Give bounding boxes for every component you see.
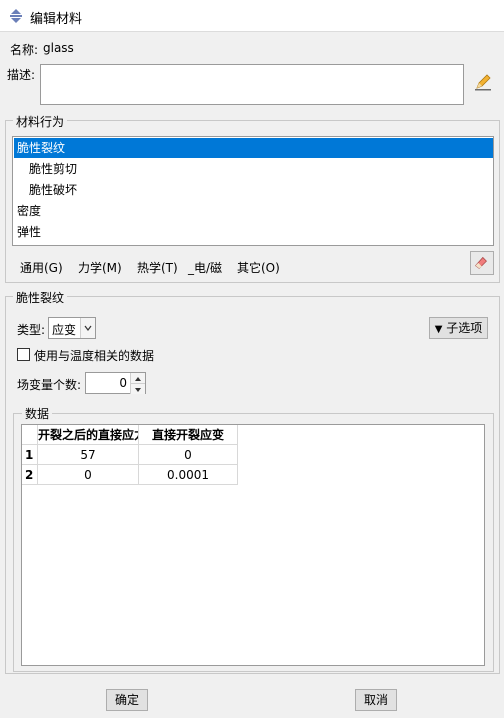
- brittle-cracking-title: 脆性裂纹: [13, 289, 68, 306]
- app-icon: [10, 9, 22, 23]
- material-behavior-list[interactable]: 脆性裂纹 脆性剪切 脆性破坏 密度 弹性: [12, 136, 494, 246]
- title-bar: 编辑材料: [0, 0, 504, 32]
- table-cell[interactable]: 57: [38, 445, 139, 465]
- list-item-brittle-failure[interactable]: 脆性破坏: [14, 180, 504, 200]
- field-vars-stepper[interactable]: 0: [85, 372, 146, 394]
- ok-button[interactable]: 确定: [106, 689, 148, 711]
- menu-other[interactable]: 其它(O): [237, 259, 280, 276]
- material-behavior-title: 材料行为: [13, 113, 68, 130]
- column-header-strain[interactable]: 直接开裂应变: [139, 425, 238, 445]
- description-field[interactable]: [40, 64, 464, 105]
- description-label: 描述:: [7, 68, 36, 82]
- name-label: 名称:: [10, 43, 39, 57]
- row-header: 1: [22, 445, 38, 465]
- type-select[interactable]: 应变: [48, 317, 96, 339]
- temperature-dependent-label: 使用与温度相关的数据: [34, 349, 155, 363]
- pencil-icon[interactable]: [472, 71, 494, 93]
- spin-up-icon[interactable]: [130, 373, 145, 383]
- list-item-density[interactable]: 密度: [14, 201, 493, 221]
- name-value: glass: [43, 41, 74, 55]
- data-title: 数据: [22, 405, 53, 422]
- menu-general[interactable]: 通用(G): [20, 259, 63, 276]
- cancel-button[interactable]: 取消: [355, 689, 397, 711]
- field-vars-label: 场变量个数:: [17, 378, 82, 392]
- suboptions-button[interactable]: ▼ 子选项: [429, 317, 488, 339]
- table-cell[interactable]: 0: [38, 465, 139, 485]
- temperature-dependent-checkbox[interactable]: [17, 348, 30, 361]
- list-item-elastic[interactable]: 弹性: [14, 222, 493, 242]
- table-corner: [22, 425, 38, 445]
- window-title: 编辑材料: [30, 12, 83, 27]
- row-header: 2: [22, 465, 38, 485]
- data-table[interactable]: 开裂之后的直接应力 直接开裂应变 1 57 0 2 0 0.0001: [21, 424, 485, 666]
- eraser-icon: [475, 256, 487, 269]
- table-cell[interactable]: 0: [139, 445, 238, 465]
- menu-mechanical[interactable]: 力学(M): [78, 259, 122, 276]
- list-item-brittle-cracking[interactable]: 脆性裂纹: [14, 138, 493, 158]
- spin-down-icon[interactable]: [130, 383, 145, 394]
- menu-thermal[interactable]: 热学(T): [137, 259, 178, 276]
- type-label: 类型:: [17, 323, 46, 337]
- edit-behavior-button[interactable]: [470, 251, 494, 275]
- triangle-down-icon: ▼: [434, 324, 443, 335]
- column-header-stress[interactable]: 开裂之后的直接应力: [38, 425, 139, 445]
- menu-electromagnetic[interactable]: _电/磁: [188, 259, 222, 276]
- table-cell[interactable]: 0.0001: [139, 465, 238, 485]
- list-item-brittle-shear[interactable]: 脆性剪切: [14, 159, 504, 179]
- chevron-down-icon: [80, 318, 95, 338]
